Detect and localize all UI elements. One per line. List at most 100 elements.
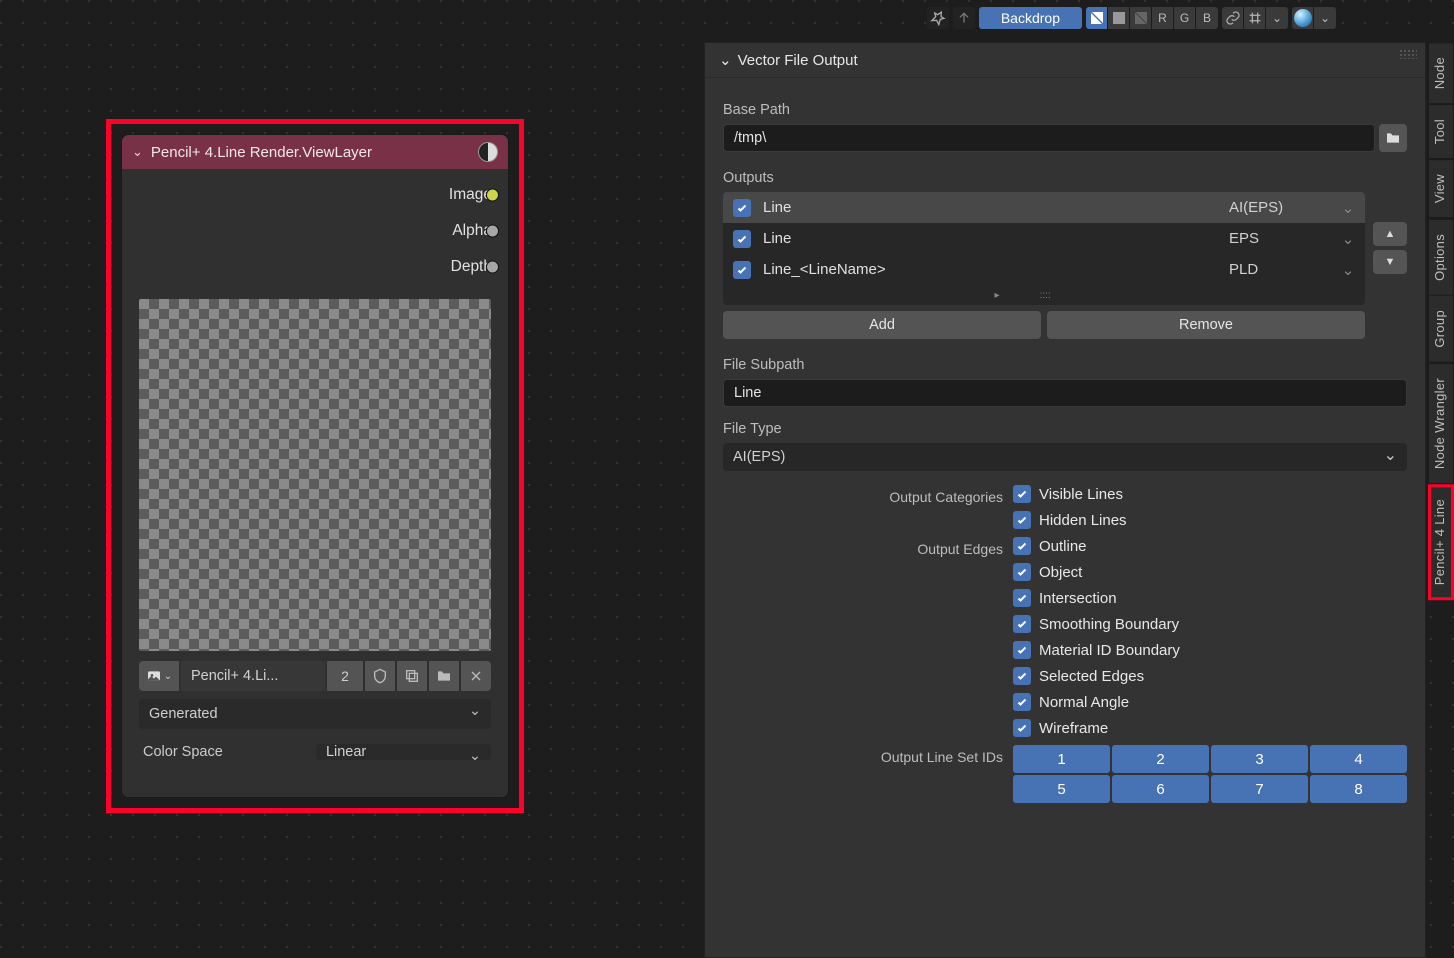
backdrop-button[interactable]: Backdrop — [979, 7, 1082, 29]
check-selected-edges[interactable]: Selected Edges — [1013, 667, 1407, 685]
check-object[interactable]: Object — [1013, 563, 1407, 581]
tab-node-wrangler[interactable]: Node Wrangler — [1428, 363, 1454, 484]
move-up-button[interactable]: ▲ — [1373, 222, 1407, 246]
checkbox-icon — [1013, 485, 1031, 503]
check-normal-angle[interactable]: Normal Angle — [1013, 693, 1407, 711]
pin-icon[interactable] — [927, 7, 949, 29]
check-material-id-boundary[interactable]: Material ID Boundary — [1013, 641, 1407, 659]
remove-button[interactable]: Remove — [1047, 311, 1365, 339]
socket-dot-icon[interactable] — [486, 189, 499, 202]
check-outline[interactable]: Outline — [1013, 537, 1407, 555]
tab-pencil-4-line[interactable]: Pencil+ 4 Line — [1428, 484, 1454, 600]
side-tabs: Node Tool View Options Group Node Wrangl… — [1428, 42, 1454, 600]
compositor-node[interactable]: ⌄ Pencil+ 4.Line Render.ViewLayer Image … — [121, 134, 509, 798]
outputs-list[interactable]: Line AI(EPS) ⌄ Line EPS ⌄ Line_<LineName… — [723, 192, 1365, 305]
socket-depth[interactable]: Depth — [122, 249, 492, 285]
channel-color-icon[interactable] — [1086, 7, 1108, 29]
add-button[interactable]: Add — [723, 311, 1041, 339]
open-file-icon[interactable] — [429, 661, 459, 691]
chevron-down-icon[interactable]: ⌄ — [1341, 199, 1355, 217]
chevron-down-icon[interactable]: ⌄ — [1341, 230, 1355, 248]
output-checkbox[interactable] — [733, 230, 751, 248]
line-set-id-1[interactable]: 1 — [1013, 745, 1110, 773]
image-name-field[interactable]: Pencil+ 4.Li... — [181, 661, 325, 691]
node-header[interactable]: ⌄ Pencil+ 4.Line Render.ViewLayer — [122, 135, 508, 169]
node-highlight-box: ⌄ Pencil+ 4.Line Render.ViewLayer Image … — [106, 119, 524, 813]
socket-image[interactable]: Image — [122, 177, 492, 213]
output-row[interactable]: Line_<LineName> PLD ⌄ — [723, 254, 1365, 285]
output-format[interactable]: AI(EPS) — [1229, 199, 1329, 216]
line-set-id-6[interactable]: 6 — [1112, 775, 1209, 803]
check-intersection[interactable]: Intersection — [1013, 589, 1407, 607]
image-source-select[interactable]: Generated — [139, 699, 491, 729]
checkbox-icon — [1013, 537, 1031, 555]
output-name: Line — [763, 199, 791, 216]
line-set-id-5[interactable]: 5 — [1013, 775, 1110, 803]
shading-dropdown-icon[interactable]: ⌄ — [1314, 7, 1336, 29]
image-users-count[interactable]: 2 — [327, 661, 363, 691]
check-hidden-lines[interactable]: Hidden Lines — [1013, 511, 1407, 529]
snap-dropdown-icon[interactable]: ⌄ — [1266, 7, 1288, 29]
panel-header[interactable]: ⌄ Vector File Output — [705, 43, 1425, 78]
tab-tool[interactable]: Tool — [1428, 104, 1454, 159]
snap-grid-icon[interactable] — [1244, 7, 1266, 29]
duplicate-icon[interactable] — [397, 661, 427, 691]
file-type-select[interactable]: AI(EPS) — [723, 443, 1407, 471]
checkbox-icon — [1013, 719, 1031, 737]
browse-folder-button[interactable] — [1379, 124, 1407, 152]
socket-alpha[interactable]: Alpha — [122, 213, 492, 249]
channel-alpha-icon[interactable] — [1108, 7, 1130, 29]
channel-g-button[interactable]: G — [1174, 7, 1196, 29]
output-line-set-ids-label: Output Line Set IDs — [723, 745, 1003, 765]
shield-icon[interactable] — [365, 661, 395, 691]
output-checkbox[interactable] — [733, 261, 751, 279]
channel-bw-icon[interactable] — [1130, 7, 1152, 29]
channel-r-button[interactable]: R — [1152, 7, 1174, 29]
unlink-icon[interactable] — [461, 661, 491, 691]
output-format[interactable]: EPS — [1229, 230, 1329, 247]
check-label: Material ID Boundary — [1039, 642, 1180, 659]
list-resize-grip[interactable]: ▸:::: — [723, 285, 1365, 305]
checkbox-icon — [1013, 693, 1031, 711]
line-set-id-7[interactable]: 7 — [1211, 775, 1308, 803]
chevron-down-icon[interactable]: ⌄ — [1341, 261, 1355, 279]
output-row[interactable]: Line AI(EPS) ⌄ — [723, 192, 1365, 223]
parent-icon[interactable] — [953, 7, 975, 29]
check-visible-lines[interactable]: Visible Lines — [1013, 485, 1407, 503]
check-smoothing-boundary[interactable]: Smoothing Boundary — [1013, 615, 1407, 633]
sphere-shading-icon[interactable] — [1292, 7, 1314, 29]
socket-dot-icon[interactable] — [486, 261, 499, 274]
socket-dot-icon[interactable] — [486, 225, 499, 238]
checkbox-icon — [1013, 563, 1031, 581]
node-title: Pencil+ 4.Line Render.ViewLayer — [151, 144, 372, 161]
link-icon[interactable] — [1222, 7, 1244, 29]
tab-node[interactable]: Node — [1428, 42, 1454, 104]
line-set-id-2[interactable]: 2 — [1112, 745, 1209, 773]
line-set-ids-grid: 1 2 3 4 5 6 7 8 — [1013, 745, 1407, 803]
output-checkbox[interactable] — [733, 199, 751, 217]
output-format[interactable]: PLD — [1229, 261, 1329, 278]
line-set-id-4[interactable]: 4 — [1310, 745, 1407, 773]
output-row[interactable]: Line EPS ⌄ — [723, 223, 1365, 254]
tab-group[interactable]: Group — [1428, 295, 1454, 363]
base-path-input[interactable]: /tmp\ — [723, 124, 1375, 152]
tab-options[interactable]: Options — [1428, 219, 1454, 296]
move-down-button[interactable]: ▼ — [1373, 250, 1407, 274]
color-space-select[interactable]: Linear — [316, 744, 491, 760]
file-type-label: File Type — [723, 421, 1407, 437]
output-name: Line_<LineName> — [763, 261, 886, 278]
check-label: Intersection — [1039, 590, 1117, 607]
line-set-id-3[interactable]: 3 — [1211, 745, 1308, 773]
file-subpath-input[interactable]: Line — [723, 379, 1407, 407]
line-set-id-8[interactable]: 8 — [1310, 775, 1407, 803]
check-wireframe[interactable]: Wireframe — [1013, 719, 1407, 737]
panel-grip-icon[interactable] — [1399, 49, 1417, 59]
channel-b-button[interactable]: B — [1196, 7, 1218, 29]
image-type-icon[interactable]: ⌄ — [139, 661, 179, 691]
node-preview-image — [139, 299, 491, 651]
check-label: Normal Angle — [1039, 694, 1129, 711]
header-toolbar: Backdrop R G B ⌄ ⌄ — [927, 6, 1336, 30]
image-datablock-row: ⌄ Pencil+ 4.Li... 2 — [139, 661, 491, 691]
output-categories-label: Output Categories — [723, 485, 1003, 505]
tab-view[interactable]: View — [1428, 159, 1454, 218]
